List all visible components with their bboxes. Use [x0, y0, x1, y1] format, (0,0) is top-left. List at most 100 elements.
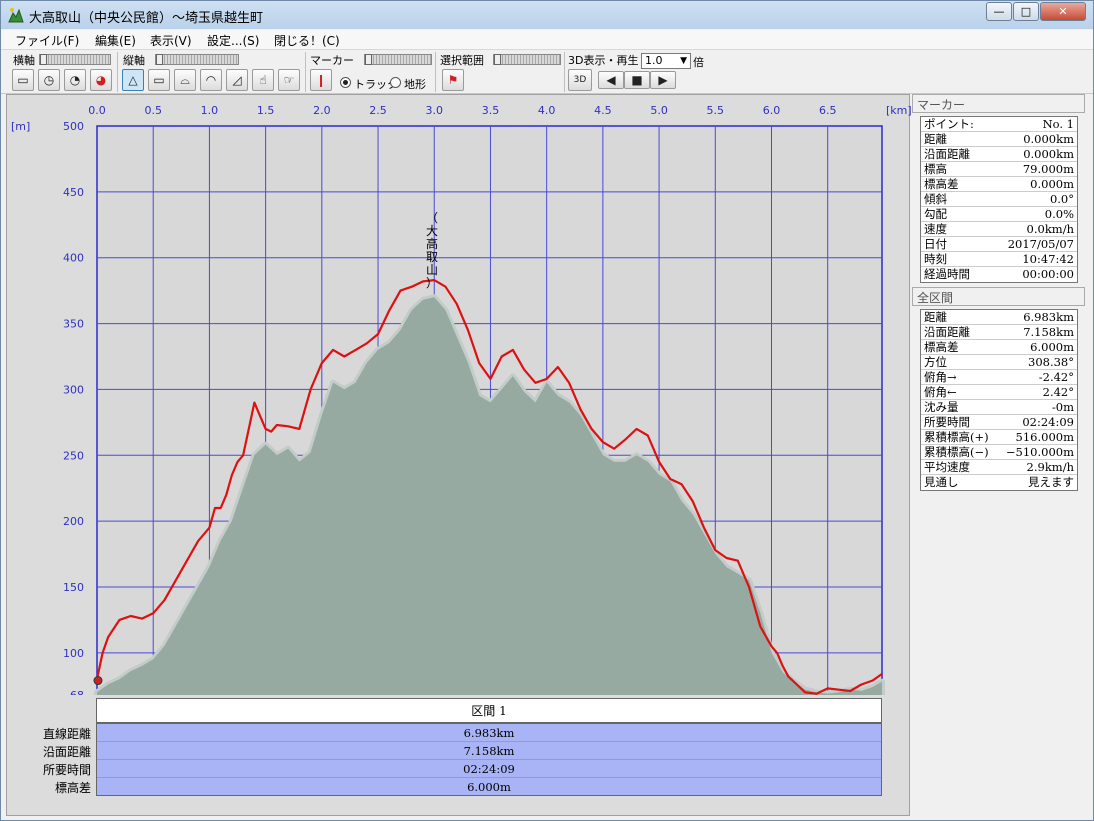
marker-panel-value: 0.0°: [1049, 192, 1074, 206]
x-tick-label: 6.0: [763, 104, 781, 117]
radio-terrain[interactable]: [390, 77, 401, 88]
rewind-button[interactable]: ◀: [598, 71, 624, 89]
total-panel-row: 累積標高(+) 516.000m: [921, 430, 1077, 445]
total-panel-value: 見えます: [1028, 475, 1074, 489]
y-tick-label: 450: [63, 186, 84, 199]
total-panel-label: 見通し: [924, 475, 959, 489]
x-tick-label: 0.0: [88, 104, 106, 117]
play-button[interactable]: ▶: [650, 71, 676, 89]
radio-track[interactable]: [340, 77, 351, 88]
side-pane: マーカー ポイント: No. 1 距離 0.000km 沿面距離 0.000km 標高 79.…: [912, 94, 1088, 816]
total-panel-label: 俯角←: [924, 385, 957, 399]
annotation-char: 取: [426, 250, 438, 264]
total-panel-value: 2.9km/h: [1026, 460, 1074, 474]
section-header[interactable]: 区間 1: [96, 698, 882, 723]
marker-slider[interactable]: [364, 54, 432, 65]
marker-panel-label: 沿面距離: [924, 147, 970, 161]
stop-button[interactable]: ■: [624, 71, 650, 89]
total-panel-value: 2.42°: [1042, 385, 1074, 399]
rewind-icon: ◀: [606, 73, 616, 87]
total-panel-row: 平均速度 2.9km/h: [921, 460, 1077, 475]
maximize-button[interactable]: □: [1013, 2, 1039, 21]
pulse-view-button[interactable]: ☝: [252, 69, 274, 91]
3d-view-button[interactable]: 3D: [568, 69, 592, 91]
peak-annotation: （大高取山）: [426, 211, 438, 290]
total-panel-label: 標高差: [924, 340, 959, 354]
profile-view-button[interactable]: △: [122, 69, 144, 91]
annotation-char: ）: [426, 276, 438, 290]
stat-label-duration: 所要時間: [42, 763, 91, 777]
x-tick-label: 1.5: [257, 104, 275, 117]
marker-panel-value: 0.000m: [1030, 177, 1074, 191]
marker-button[interactable]: ❙: [310, 69, 332, 91]
marker-panel-value: 10:47:42: [1022, 252, 1074, 266]
stat-label-surface: 沿面距離: [42, 745, 91, 759]
total-panel-label: 方位: [924, 355, 947, 369]
x-tick-label: 6.5: [819, 104, 837, 117]
horizontal-axis-slider[interactable]: [39, 54, 111, 65]
distance-axis-button[interactable]: ▭: [12, 69, 34, 91]
ratio-axis-button[interactable]: ◕: [90, 69, 112, 91]
menu-edit[interactable]: 編集(E): [95, 32, 136, 49]
marker-table: ポイント: No. 1 距離 0.000km 沿面距離 0.000km 標高 79.000m 標…: [920, 116, 1078, 283]
marker-map-button[interactable]: ⚑: [442, 69, 464, 91]
annotation-char: 山: [426, 263, 438, 277]
pin-icon: ⚑: [447, 73, 459, 87]
point-axis-button[interactable]: ◔: [64, 69, 86, 91]
slope-icon: ◿: [232, 73, 242, 87]
marker-panel-value: 0.000km: [1023, 132, 1074, 146]
window-title: 大高取山（中央公民館）〜埼玉県越生町: [29, 11, 264, 26]
selection-slider[interactable]: [493, 54, 561, 65]
flat-view-button[interactable]: ▭: [148, 69, 170, 91]
total-panel-row: 方位 308.38°: [921, 355, 1077, 370]
menu-bar: ファイル(F) 編集(E) 表示(V) 設定...(S) 閉じる！(C): [1, 30, 1093, 50]
stat-label-elevation: 標高差: [54, 781, 91, 795]
extra-view-button[interactable]: ☞: [278, 69, 300, 91]
title-bar: 大高取山（中央公民館）〜埼玉県越生町 — □ ✕: [1, 1, 1093, 29]
marker-panel-row: 距離 0.000km: [921, 132, 1077, 147]
menu-close[interactable]: 閉じる！(C): [274, 32, 340, 49]
speed-dropdown[interactable]: 1.0 ▼: [641, 53, 691, 69]
x-axis-unit: [km]: [886, 104, 911, 117]
time-axis-button[interactable]: ◷: [38, 69, 60, 91]
x-tick-label: 3.5: [482, 104, 500, 117]
total-panel-label: 累積標高(−): [924, 445, 989, 459]
marker-panel-title: マーカー: [912, 94, 1085, 113]
elevation-chart[interactable]: 0.0 0.5 1.0 1.5 2.0 2.5 3.0 3.5 4.0 4.5 5.0 5.5 6.0 6…: [7, 95, 911, 695]
speedometer-icon: ◠: [205, 73, 217, 87]
y-tick-label: 200: [63, 515, 84, 528]
curve-view-button[interactable]: ⌓: [174, 69, 196, 91]
total-panel-title: 全区間: [912, 287, 1085, 306]
speed-view-button[interactable]: ◠: [200, 69, 222, 91]
marker-panel-row: 沿面距離 0.000km: [921, 147, 1077, 162]
marker-panel-row: 速度 0.0km/h: [921, 222, 1077, 237]
stat-elevation-diff: 6.000m: [467, 780, 511, 794]
total-panel-label: 沿面距離: [924, 325, 970, 339]
curve-icon: ⌓: [180, 72, 190, 87]
clock-icon: ◷: [43, 73, 55, 87]
close-button[interactable]: ✕: [1040, 2, 1086, 21]
marker-label: マーカー: [310, 54, 354, 67]
total-panel-value: 6.000m: [1030, 340, 1074, 354]
total-panel-value: -2.42°: [1038, 370, 1074, 384]
radio-terrain-label: 地形: [404, 78, 426, 91]
y-tick-label: 500: [63, 120, 84, 133]
marker-panel-value: 2017/05/07: [1007, 237, 1074, 251]
menu-settings[interactable]: 設定...(S): [207, 32, 259, 49]
menu-view[interactable]: 表示(V): [150, 32, 192, 49]
mountain-icon: △: [128, 73, 138, 87]
vertical-axis-slider[interactable]: [155, 54, 239, 65]
marker-panel-value: 0.000km: [1023, 147, 1074, 161]
section-title: 区間 1: [471, 704, 507, 718]
marker-panel-value: 00:00:00: [1022, 267, 1074, 281]
y-tick-label: 68: [70, 689, 84, 695]
total-panel-row: 沿面距離 7.158km: [921, 325, 1077, 340]
minimize-button[interactable]: —: [986, 2, 1012, 21]
pointer-icon: ☞: [283, 73, 295, 87]
marker-panel-value: No. 1: [1042, 117, 1074, 131]
app-window: 大高取山（中央公民館）〜埼玉県越生町 — □ ✕ ファイル(F) 編集(E) 表…: [0, 0, 1094, 821]
slope-view-button[interactable]: ◿: [226, 69, 248, 91]
marker-panel-label: 経過時間: [924, 267, 970, 281]
y-tick-label: 350: [63, 318, 84, 331]
menu-file[interactable]: ファイル(F): [15, 32, 79, 49]
